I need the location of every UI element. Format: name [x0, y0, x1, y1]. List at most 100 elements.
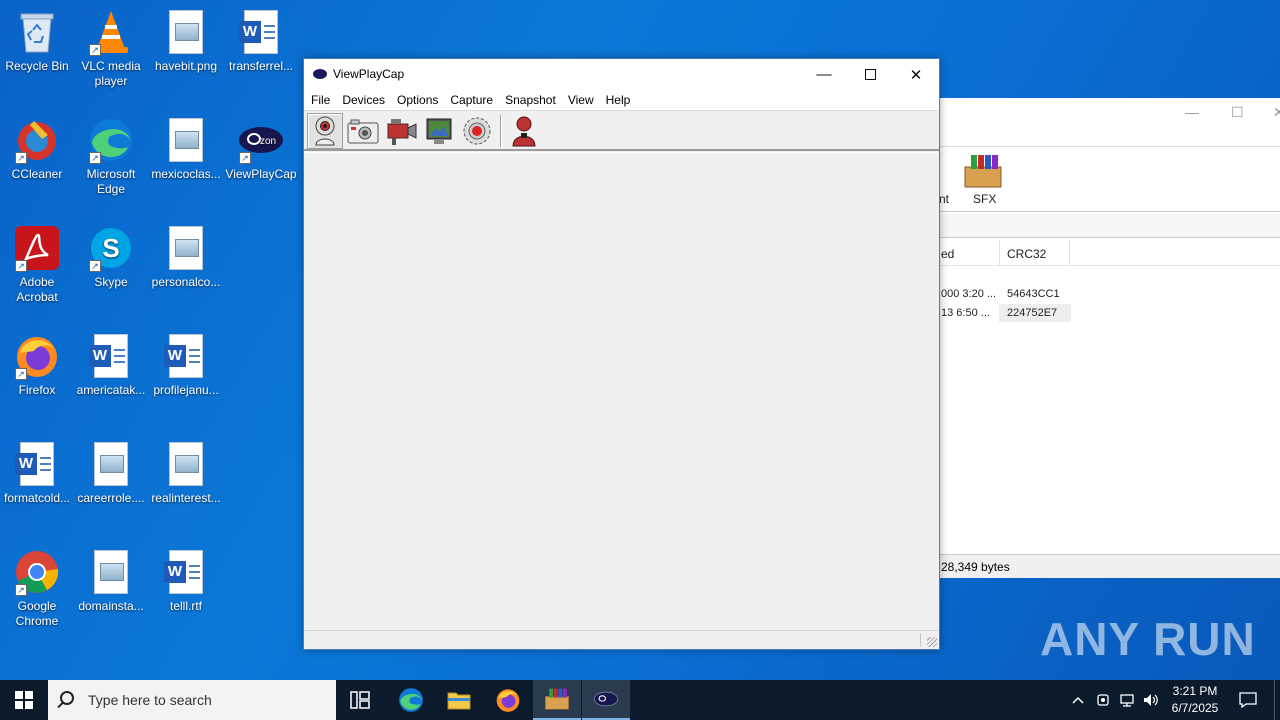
- close-icon: ✕: [909, 66, 923, 84]
- menu-view[interactable]: View: [562, 90, 600, 110]
- desktop-icon-profilejanu[interactable]: W profilejanu...: [149, 326, 223, 426]
- start-button[interactable]: [0, 680, 48, 720]
- desktop-icon-microsoft-edge[interactable]: ↗ Microsoft Edge: [74, 110, 148, 210]
- desktop-icon-label: Recycle Bin: [5, 59, 69, 73]
- snapshot-button[interactable]: [345, 113, 381, 149]
- desktop-icon-label: Skype: [94, 275, 128, 289]
- desktop-icon-recycle-bin[interactable]: Recycle Bin: [0, 2, 74, 102]
- desktop-icon-ccleaner[interactable]: ↗ CCleaner: [0, 110, 74, 210]
- background-archive-window[interactable]: — ☐ ✕ nt SFX ed CRC32 000 3:20 ... 54643…: [938, 98, 1280, 578]
- menu-devices[interactable]: Devices: [336, 90, 391, 110]
- column-header-crc32[interactable]: CRC32: [1007, 247, 1046, 261]
- record-button[interactable]: [459, 113, 495, 149]
- menu-capture[interactable]: Capture: [444, 90, 499, 110]
- word-doc-icon: W: [13, 440, 61, 488]
- vlc-icon: ↗: [87, 8, 135, 56]
- webcam-preview-icon: [315, 116, 335, 146]
- desktop-icon-formatcold[interactable]: W formatcold...: [0, 434, 74, 534]
- clock-date: 6/7/2025: [1171, 701, 1219, 715]
- meet-now-icon[interactable]: [1092, 680, 1114, 720]
- menu-file[interactable]: File: [304, 90, 336, 110]
- user-button[interactable]: [506, 113, 542, 149]
- desktop-icon-mexicoclas[interactable]: mexicoclas...: [149, 110, 223, 210]
- video-settings-button[interactable]: [421, 113, 457, 149]
- search-icon: [60, 691, 74, 705]
- column-header-modified[interactable]: ed: [941, 247, 954, 261]
- sfx-label: SFX: [973, 192, 997, 206]
- taskbar-winrar[interactable]: [533, 680, 581, 720]
- shortcut-arrow-icon: ↗: [89, 260, 101, 272]
- desktop-icon-label: careerrole....: [77, 491, 145, 505]
- notification-center-icon[interactable]: [1234, 680, 1262, 720]
- desktop-icon-domainsta[interactable]: domainsta...: [74, 542, 148, 642]
- taskbar-edge[interactable]: [387, 680, 435, 720]
- shortcut-arrow-icon: ↗: [15, 368, 27, 380]
- close-icon[interactable]: ✕: [1273, 104, 1280, 121]
- taskbar-file-explorer[interactable]: [435, 680, 483, 720]
- windows-logo-icon: [15, 691, 33, 709]
- title-bar[interactable]: ViewPlayCap — ✕: [304, 59, 939, 90]
- preview-button[interactable]: [307, 113, 343, 149]
- image-file-icon: [162, 440, 210, 488]
- desktop-icon-realinterest[interactable]: realinterest...: [149, 434, 223, 534]
- video-display-area[interactable]: [305, 152, 938, 631]
- image-file-icon: [162, 8, 210, 56]
- desktop-icon-viewplaycap[interactable]: zon ↗ ViewPlayCap: [224, 110, 298, 210]
- user-icon: [512, 116, 536, 147]
- desktop-icon-skype[interactable]: S ↗ Skype: [74, 218, 148, 318]
- menu-options[interactable]: Options: [391, 90, 444, 110]
- minimize-icon[interactable]: —: [1185, 104, 1199, 120]
- viewplaycap-icon: zon ↗: [237, 116, 285, 164]
- show-desktop-button[interactable]: [1274, 680, 1280, 720]
- desktop-icon-americatak[interactable]: W americatak...: [74, 326, 148, 426]
- tray-overflow-chevron-icon[interactable]: [1068, 680, 1088, 720]
- close-button[interactable]: ✕: [893, 59, 939, 90]
- desktop-icon-vlc[interactable]: ↗ VLC media player: [74, 2, 148, 102]
- resize-grip[interactable]: [927, 637, 937, 647]
- skype-icon: S ↗: [87, 224, 135, 272]
- task-view-icon: [350, 691, 370, 709]
- desktop-icon-telll[interactable]: W telll.rtf: [149, 542, 223, 642]
- status-bar: [304, 630, 939, 649]
- desktop-icon-label: domainsta...: [78, 599, 144, 613]
- maximize-button[interactable]: [847, 59, 893, 90]
- desktop-icon-adobe-acrobat[interactable]: ↗ Adobe Acrobat: [0, 218, 74, 318]
- maximize-icon[interactable]: ☐: [1231, 104, 1244, 121]
- minimize-icon: —: [816, 66, 832, 83]
- recycle-bin-icon: [13, 8, 61, 56]
- menu-bar: File Devices Options Capture Snapshot View Hel…: [304, 90, 939, 110]
- desktop-icon-label: Adobe Acrobat: [16, 275, 58, 304]
- search-box[interactable]: Type here to search: [48, 680, 336, 720]
- desktop-icon-label: havebit.png: [154, 59, 218, 73]
- table-row-modified[interactable]: 13 6:50 ...: [941, 307, 990, 319]
- video-camera-icon: [387, 119, 417, 145]
- network-icon[interactable]: [1116, 680, 1138, 720]
- table-row-crc[interactable]: 224752E7: [1007, 307, 1057, 319]
- desktop-icon-firefox[interactable]: ↗ Firefox: [0, 326, 74, 426]
- menu-help[interactable]: Help: [600, 90, 637, 110]
- desktop-icon-label: VLC media player: [81, 59, 141, 88]
- taskbar-viewplaycap[interactable]: [582, 680, 630, 720]
- volume-icon[interactable]: [1140, 680, 1162, 720]
- shortcut-arrow-icon: ↗: [15, 152, 27, 164]
- table-row-crc[interactable]: 54643CC1: [1007, 288, 1060, 300]
- viewplaycap-window[interactable]: ViewPlayCap — ✕ File Devices Options Captur…: [303, 58, 940, 650]
- minimize-button[interactable]: —: [801, 59, 847, 90]
- desktop-icon-personalco[interactable]: personalco...: [149, 218, 223, 318]
- desktop-icon-careerrole[interactable]: careerrole....: [74, 434, 148, 534]
- sfx-icon[interactable]: [963, 153, 1003, 189]
- svg-text:S: S: [102, 233, 119, 263]
- system-clock[interactable]: 3:21 PM 6/7/2025: [1162, 683, 1228, 717]
- window-title: ViewPlayCap: [333, 67, 405, 81]
- desktop-icon-havebit[interactable]: havebit.png: [149, 2, 223, 102]
- taskbar-firefox[interactable]: [484, 680, 532, 720]
- desktop-icon-google-chrome[interactable]: ↗ Google Chrome: [0, 542, 74, 642]
- video-capture-button[interactable]: [383, 113, 419, 149]
- task-view-button[interactable]: [336, 680, 384, 720]
- toolbar-separator: [500, 115, 502, 147]
- table-row-modified[interactable]: 000 3:20 ...: [941, 288, 996, 300]
- archive-address-bar[interactable]: [939, 214, 1280, 238]
- desktop-icon-label: Firefox: [18, 383, 56, 397]
- desktop-icon-transferrel[interactable]: W transferrel...: [224, 2, 298, 102]
- menu-snapshot[interactable]: Snapshot: [499, 90, 562, 110]
